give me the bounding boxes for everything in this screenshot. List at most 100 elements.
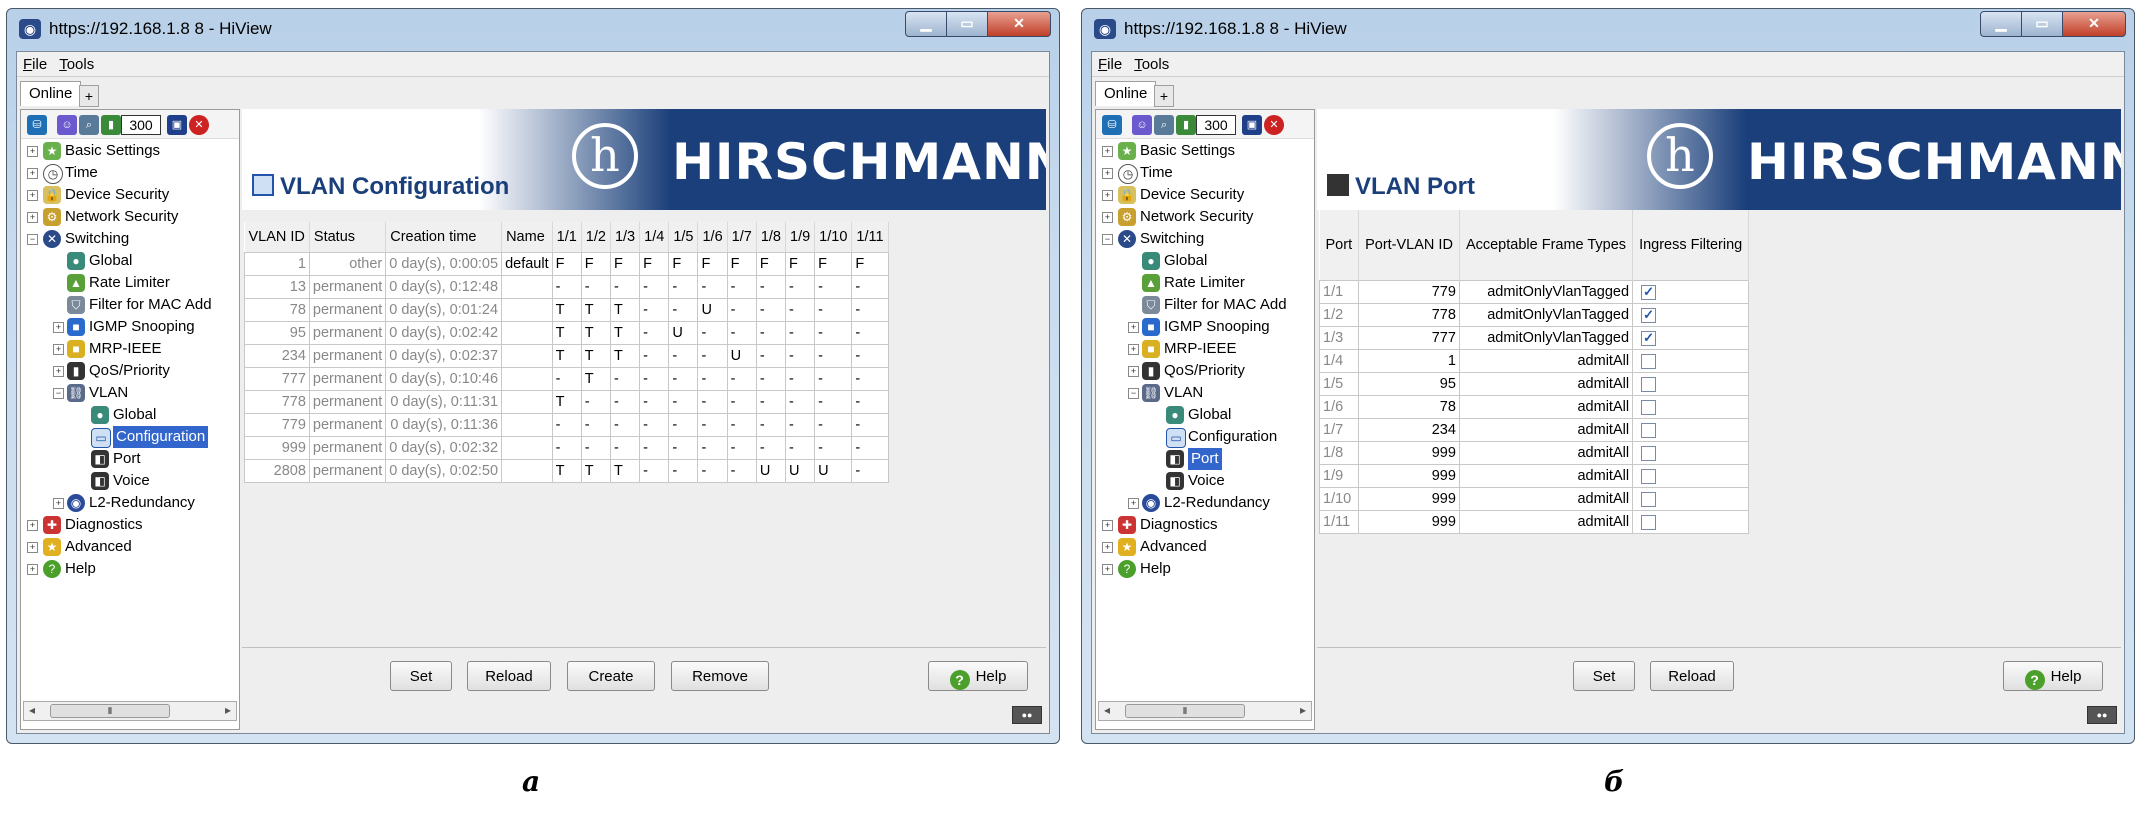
table-cell[interactable]: T	[609, 321, 641, 345]
table-cell[interactable]: -	[697, 321, 728, 345]
column-header[interactable]: Ingress Filtering	[1632, 210, 1750, 281]
table-cell[interactable]: -	[726, 459, 757, 483]
table-cell[interactable]: 999	[1358, 464, 1460, 488]
table-cell[interactable]	[501, 275, 553, 299]
add-tab-button[interactable]: +	[1154, 85, 1174, 107]
table-cell[interactable]: -	[697, 390, 728, 414]
table-cell[interactable]: F	[784, 252, 816, 276]
table-cell[interactable]: T	[551, 344, 582, 368]
table-cell[interactable]: -	[755, 413, 787, 437]
stop-icon[interactable]: ✕	[1264, 115, 1284, 135]
scroll-right-arrow-icon[interactable]: ▸	[225, 703, 231, 717]
table-cell[interactable]: T	[551, 321, 582, 345]
table-cell[interactable]: -	[639, 298, 670, 322]
add-tab-button[interactable]: +	[79, 85, 99, 107]
table-cell[interactable]: admitAll	[1458, 418, 1634, 442]
table-cell[interactable]: admitOnlyVlanTagged	[1458, 303, 1634, 327]
table-cell[interactable]: 778	[1358, 303, 1460, 327]
table-cell[interactable]: -	[639, 275, 670, 299]
table-cell[interactable]: -	[726, 436, 757, 460]
table-cell[interactable]: -	[755, 298, 787, 322]
scroll-right-arrow-icon[interactable]: ▸	[1300, 703, 1306, 717]
help-button[interactable]: ? Help	[928, 661, 1028, 691]
table-cell[interactable]: -	[814, 344, 853, 368]
table-cell[interactable]: admitAll	[1458, 441, 1634, 465]
table-cell[interactable]: admitOnlyVlanTagged	[1458, 326, 1634, 350]
maximize-button[interactable]: ▭	[2021, 11, 2063, 37]
table-cell[interactable]: F	[755, 252, 787, 276]
table-cell[interactable]: -	[697, 275, 728, 299]
column-header[interactable]: VLAN ID	[244, 222, 310, 253]
table-row[interactable]: 2808 permanent 0 day(s), 0:02:50 T T T - - - - U U U…	[244, 459, 889, 483]
table-cell[interactable]: F	[814, 252, 853, 276]
table-row[interactable]: 1/9 999 admitAll	[1318, 464, 1750, 488]
table-cell[interactable]: admitAll	[1458, 510, 1634, 534]
table-cell[interactable]: -	[580, 390, 611, 414]
column-header[interactable]: 1/9	[785, 222, 816, 253]
table-row[interactable]: 1 other 0 day(s), 0:00:05 default F F F F F F F F F F…	[244, 252, 889, 276]
table-cell[interactable]: F	[697, 252, 728, 276]
table-cell[interactable]: -	[639, 436, 670, 460]
help-button[interactable]: ? Help	[2003, 661, 2103, 691]
table-cell[interactable]: -	[639, 344, 670, 368]
table-cell[interactable]: -	[668, 413, 699, 437]
menu-tools[interactable]: Tools	[59, 56, 94, 73]
table-cell[interactable]: -	[609, 275, 641, 299]
table-cell[interactable]: -	[668, 367, 699, 391]
table-cell[interactable]: -	[609, 367, 641, 391]
table-row[interactable]: 1/7 234 admitAll	[1318, 418, 1750, 442]
table-cell[interactable]: admitAll	[1458, 372, 1634, 396]
table-cell[interactable]: admitAll	[1458, 464, 1634, 488]
minimize-button[interactable]: ▁	[905, 11, 947, 37]
table-row[interactable]: 777 permanent 0 day(s), 0:10:46- T - - - - - - - - -	[244, 367, 889, 391]
table-cell[interactable]: -	[668, 344, 699, 368]
reload-button[interactable]: Reload	[467, 661, 551, 691]
table-cell[interactable]: -	[851, 413, 889, 437]
table-cell[interactable]: -	[814, 436, 853, 460]
table-cell[interactable]: -	[726, 390, 757, 414]
table-cell[interactable]: -	[668, 298, 699, 322]
table-cell[interactable]: -	[639, 413, 670, 437]
menu-file[interactable]: File	[1098, 56, 1122, 73]
refresh-interval-field[interactable]: 300	[1196, 115, 1236, 135]
maximize-button[interactable]: ▭	[946, 11, 988, 37]
table-cell[interactable]: -	[755, 275, 787, 299]
table-cell[interactable]: F	[726, 252, 757, 276]
table-cell[interactable]: admitAll	[1458, 395, 1634, 419]
table-cell[interactable]: -	[814, 413, 853, 437]
table-cell[interactable]: -	[784, 390, 816, 414]
menu-tools[interactable]: Tools	[1134, 56, 1169, 73]
table-cell[interactable]: -	[726, 298, 757, 322]
refresh-interval-field[interactable]: 300	[121, 115, 161, 135]
ingress-filtering-checkbox[interactable]	[1641, 514, 1657, 530]
column-header[interactable]: 1/10	[814, 222, 853, 253]
close-button[interactable]: ✕	[2062, 11, 2126, 37]
ingress-filtering-checkbox[interactable]: ✓	[1641, 330, 1657, 346]
column-header[interactable]: Acceptable Frame Types	[1459, 210, 1634, 281]
table-cell[interactable]	[501, 390, 553, 414]
column-header[interactable]: 1/2	[581, 222, 611, 253]
table-cell[interactable]: admitOnlyVlanTagged	[1458, 280, 1634, 304]
table-cell[interactable]: F	[551, 252, 582, 276]
table-cell[interactable]: 779	[1358, 280, 1460, 304]
ingress-filtering-checkbox[interactable]	[1641, 399, 1657, 415]
column-header[interactable]: 1/6	[697, 222, 728, 253]
table-cell[interactable]: -	[697, 459, 728, 483]
table-cell[interactable]: -	[697, 413, 728, 437]
table-cell[interactable]: -	[784, 275, 816, 299]
table-cell[interactable]: -	[639, 390, 670, 414]
table-cell[interactable]: -	[551, 275, 582, 299]
table-cell[interactable]	[501, 436, 553, 460]
table-cell[interactable]: -	[851, 321, 889, 345]
table-cell[interactable]	[501, 321, 553, 345]
set-button[interactable]: Set	[1573, 661, 1635, 691]
user-icon[interactable]: ☺	[57, 115, 77, 135]
table-cell[interactable]	[501, 459, 553, 483]
table-cell[interactable]: F	[639, 252, 670, 276]
column-header[interactable]: 1/8	[756, 222, 787, 253]
table-cell[interactable]: U	[784, 459, 816, 483]
table-cell[interactable]: T	[609, 298, 641, 322]
table-cell[interactable]: -	[851, 390, 889, 414]
network-icon[interactable]: ⛁	[1102, 115, 1122, 135]
table-cell[interactable]: T	[580, 367, 611, 391]
